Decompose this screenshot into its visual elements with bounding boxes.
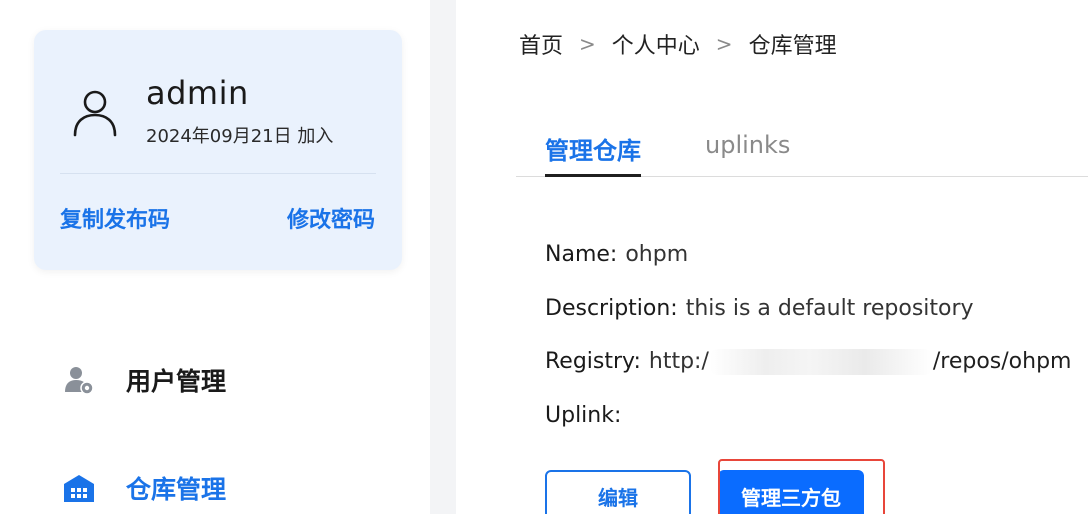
repo-registry-row: Registry: http:/ /repos/ohpm: [545, 349, 1071, 375]
repo-registry-suffix: /repos/ohpm: [932, 349, 1072, 374]
repo-description-label: Description:: [545, 296, 678, 321]
repo-uplink-label: Uplink:: [545, 403, 622, 428]
sidebar-item-warehouse[interactable]: 仓库管理: [62, 470, 226, 506]
redacted-url-blur: [709, 349, 932, 375]
repo-registry-label: Registry:: [545, 349, 641, 374]
join-date: 2024年09月21日 加入: [146, 126, 334, 147]
user-card: admin 2024年09月21日 加入 复制发布码 修改密码: [34, 30, 402, 270]
edit-button[interactable]: 编辑: [545, 470, 691, 514]
sidebar-item-users[interactable]: 用户管理: [62, 362, 226, 398]
repo-name-row: Name: ohpm: [545, 242, 688, 267]
username: admin: [146, 74, 249, 112]
card-divider: [60, 173, 376, 174]
manage-packages-button[interactable]: 管理三方包: [718, 470, 864, 514]
tab-uplinks[interactable]: uplinks: [705, 131, 790, 159]
warehouse-icon: [62, 471, 96, 505]
sidebar-item-label: 用户管理: [126, 367, 227, 396]
user-avatar-icon: [73, 90, 117, 137]
repo-name-label: Name:: [545, 242, 618, 267]
repo-description-value: this is a default repository: [685, 296, 974, 321]
repo-uplink-row: Uplink:: [545, 403, 629, 428]
repo-name-value: ohpm: [625, 242, 689, 267]
breadcrumb-profile[interactable]: 个人中心: [612, 28, 700, 60]
breadcrumb: 首页 > 个人中心 > 仓库管理: [519, 28, 837, 60]
change-password-link[interactable]: 修改密码: [287, 202, 375, 234]
breadcrumb-current: 仓库管理: [748, 34, 837, 59]
sidebar: admin 2024年09月21日 加入 复制发布码 修改密码 用户管理 仓库管…: [0, 0, 430, 514]
tab-bar: 管理仓库 uplinks: [516, 120, 1088, 177]
repo-description-row: Description: this is a default repository: [545, 296, 974, 321]
breadcrumb-separator: >: [715, 32, 733, 56]
breadcrumb-separator: >: [579, 32, 596, 56]
copy-publish-code-link[interactable]: 复制发布码: [60, 202, 170, 234]
tab-manage-repo[interactable]: 管理仓库: [545, 131, 641, 177]
breadcrumb-home[interactable]: 首页: [519, 28, 563, 60]
repo-registry-prefix: http:/: [648, 349, 709, 374]
user-gear-icon: [62, 363, 96, 397]
sidebar-item-label: 仓库管理: [126, 475, 227, 504]
sidebar-divider: [430, 0, 456, 514]
